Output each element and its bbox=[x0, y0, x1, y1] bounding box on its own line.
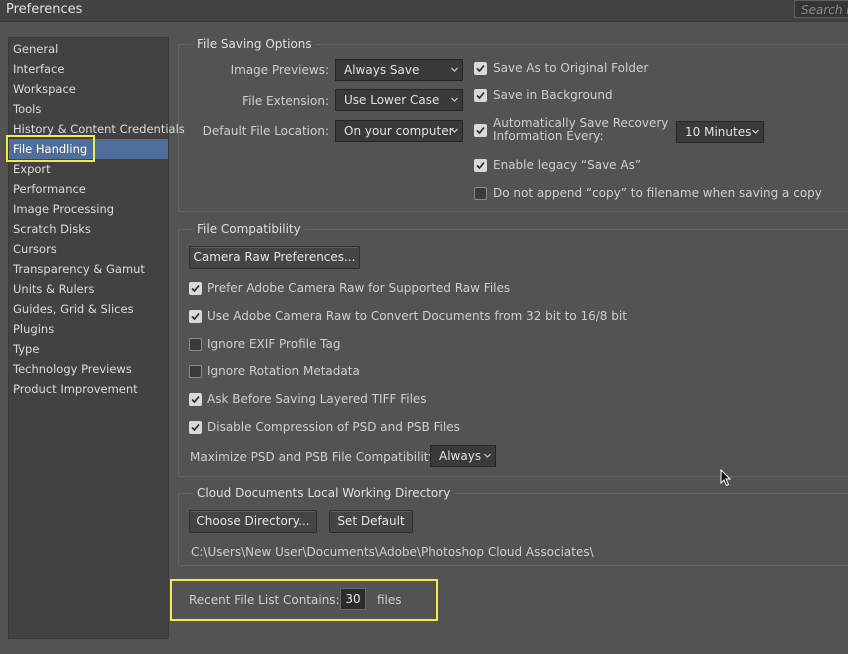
sidebar-item-file-handling[interactable]: File Handling bbox=[9, 139, 168, 159]
sidebar-item-type[interactable]: Type bbox=[9, 339, 168, 359]
disable-psd-compression-label: Disable Compression of PSD and PSB Files bbox=[207, 420, 460, 434]
search-input[interactable] bbox=[794, 0, 848, 18]
sidebar-item-export[interactable]: Export bbox=[9, 159, 168, 179]
enable-legacy-save-as-label: Enable legacy “Save As” bbox=[493, 158, 642, 172]
sidebar-item-transparency[interactable]: Transparency & Gamut bbox=[9, 259, 168, 279]
file-compatibility-title: File Compatibility bbox=[197, 222, 301, 236]
recent-file-unit-label: files bbox=[377, 593, 402, 607]
default-file-location-label: Default File Location: bbox=[202, 124, 329, 138]
save-as-original-folder-checkbox[interactable] bbox=[474, 62, 487, 75]
cloud-directory-path: C:\Users\New User\Documents\Adobe\Photos… bbox=[191, 545, 594, 559]
ignore-rotation-metadata-checkbox[interactable] bbox=[189, 365, 202, 378]
convert-32bit-checkbox[interactable] bbox=[189, 310, 202, 323]
save-in-background-checkbox[interactable] bbox=[474, 89, 487, 102]
default-file-location-select[interactable]: On your computer bbox=[335, 120, 463, 142]
sidebar-item-scratch-disks[interactable]: Scratch Disks bbox=[9, 219, 168, 239]
checkmark-icon bbox=[476, 91, 485, 100]
chevron-down-icon bbox=[451, 128, 458, 133]
disable-psd-compression-checkbox[interactable] bbox=[189, 421, 202, 434]
sidebar-item-technology-previews[interactable]: Technology Previews bbox=[9, 359, 168, 379]
image-previews-label: Image Previews: bbox=[230, 63, 329, 77]
choose-directory-button[interactable]: Choose Directory... bbox=[189, 510, 317, 533]
prefer-camera-raw-label: Prefer Adobe Camera Raw for Supported Ra… bbox=[207, 281, 511, 295]
camera-raw-preferences-button[interactable]: Camera Raw Preferences... bbox=[189, 246, 360, 269]
title-bar: Preferences bbox=[0, 0, 848, 22]
maximize-compatibility-select[interactable]: Always bbox=[430, 445, 496, 467]
convert-32bit-label: Use Adobe Camera Raw to Convert Document… bbox=[207, 309, 627, 323]
file-extension-select[interactable]: Use Lower Case bbox=[335, 89, 463, 111]
chevron-down-icon bbox=[484, 453, 491, 458]
checkmark-icon bbox=[476, 64, 485, 73]
maximize-compatibility-label: Maximize PSD and PSB File Compatibility: bbox=[190, 450, 439, 464]
checkmark-icon bbox=[476, 126, 485, 135]
auto-save-interval-value: 10 Minutes bbox=[685, 125, 752, 139]
file-extension-value: Use Lower Case bbox=[344, 93, 440, 107]
recent-file-list-label: Recent File List Contains: bbox=[189, 593, 340, 607]
window-title: Preferences bbox=[6, 2, 83, 17]
image-previews-select[interactable]: Always Save bbox=[335, 59, 463, 81]
ignore-exif-profile-checkbox[interactable] bbox=[189, 338, 202, 351]
sidebar-item-image-processing[interactable]: Image Processing bbox=[9, 199, 168, 219]
chevron-down-icon bbox=[451, 67, 458, 72]
prefer-camera-raw-checkbox[interactable] bbox=[189, 282, 202, 295]
auto-save-recovery-label: Automatically Save Recovery Information … bbox=[493, 117, 668, 143]
auto-save-recovery-label-line1: Automatically Save Recovery bbox=[493, 116, 669, 130]
recent-file-count-input[interactable]: 30 bbox=[340, 588, 366, 610]
image-previews-value: Always Save bbox=[344, 63, 420, 77]
maximize-compatibility-value: Always bbox=[439, 449, 482, 463]
file-extension-label: File Extension: bbox=[242, 94, 329, 108]
save-as-original-folder-label: Save As to Original Folder bbox=[493, 61, 649, 75]
auto-save-recovery-checkbox[interactable] bbox=[474, 124, 487, 137]
sidebar-item-tools[interactable]: Tools bbox=[9, 99, 168, 119]
category-sidebar: General Interface Workspace Tools Histor… bbox=[8, 37, 185, 639]
sidebar-item-performance[interactable]: Performance bbox=[9, 179, 168, 199]
ignore-exif-profile-label: Ignore EXIF Profile Tag bbox=[207, 337, 341, 351]
sidebar-item-workspace[interactable]: Workspace bbox=[9, 79, 168, 99]
checkmark-icon bbox=[191, 312, 200, 321]
chevron-down-icon bbox=[752, 129, 759, 134]
auto-save-recovery-label-line2: Information Every: bbox=[493, 129, 604, 143]
sidebar-item-guides[interactable]: Guides, Grid & Slices bbox=[9, 299, 168, 319]
do-not-append-copy-checkbox[interactable] bbox=[474, 187, 487, 200]
save-in-background-label: Save in Background bbox=[493, 88, 613, 102]
mouse-cursor-icon bbox=[720, 469, 732, 487]
ask-layered-tiff-label: Ask Before Saving Layered TIFF Files bbox=[207, 392, 427, 406]
sidebar-item-product-improvement[interactable]: Product Improvement bbox=[9, 379, 168, 399]
do-not-append-copy-label: Do not append “copy” to filename when sa… bbox=[493, 186, 822, 200]
sidebar-item-interface[interactable]: Interface bbox=[9, 59, 168, 79]
checkmark-icon bbox=[476, 161, 485, 170]
sidebar-item-plugins[interactable]: Plugins bbox=[9, 319, 168, 339]
set-default-button[interactable]: Set Default bbox=[329, 510, 413, 533]
ignore-rotation-metadata-label: Ignore Rotation Metadata bbox=[207, 364, 360, 378]
default-file-location-value: On your computer bbox=[344, 124, 454, 138]
enable-legacy-save-as-checkbox[interactable] bbox=[474, 159, 487, 172]
checkmark-icon bbox=[191, 284, 200, 293]
file-saving-options-title: File Saving Options bbox=[197, 37, 312, 51]
auto-save-interval-select[interactable]: 10 Minutes bbox=[676, 121, 764, 143]
checkmark-icon bbox=[191, 423, 200, 432]
checkmark-icon bbox=[191, 395, 200, 404]
chevron-down-icon bbox=[451, 97, 458, 102]
sidebar-item-cursors[interactable]: Cursors bbox=[9, 239, 168, 259]
cloud-documents-title: Cloud Documents Local Working Directory bbox=[197, 486, 451, 500]
sidebar-item-units-rulers[interactable]: Units & Rulers bbox=[9, 279, 168, 299]
sidebar-item-general[interactable]: General bbox=[9, 39, 168, 59]
sidebar-item-history[interactable]: History & Content Credentials bbox=[9, 119, 185, 139]
ask-layered-tiff-checkbox[interactable] bbox=[189, 393, 202, 406]
